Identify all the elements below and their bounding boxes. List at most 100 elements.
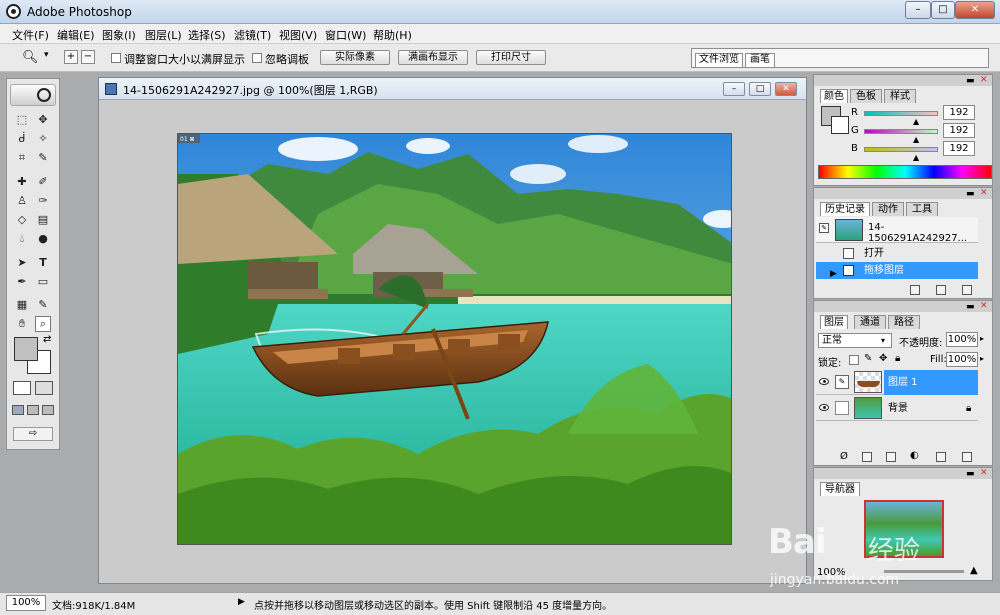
status-play-icon[interactable]: ▶ xyxy=(238,597,245,607)
doc-maximize-button[interactable]: □ xyxy=(749,82,771,96)
fill-arrow-icon[interactable]: ▸ xyxy=(980,354,984,363)
tab-swatches[interactable]: 色板 xyxy=(850,89,882,103)
history-state-row[interactable]: 打开 xyxy=(816,245,978,262)
status-doc-size[interactable]: 文档:918K/1.84M xyxy=(52,597,135,612)
panel-minimize-icon[interactable]: ▬ xyxy=(966,469,975,479)
dodge-tool-icon[interactable]: ● xyxy=(35,231,51,247)
panel-minimize-icon[interactable]: ▬ xyxy=(966,189,975,199)
jump-to-imageready-icon[interactable]: ⇨ xyxy=(13,427,53,441)
adjustment-layer-icon[interactable]: ◐ xyxy=(910,450,919,461)
eye-icon[interactable] xyxy=(819,404,829,411)
tab-tools[interactable]: 工具 xyxy=(906,202,938,216)
panel-minimize-icon[interactable]: ▬ xyxy=(966,302,975,312)
doc-close-button[interactable]: ✕ xyxy=(775,82,797,96)
tab-file-browser[interactable]: 文件浏览 xyxy=(695,53,743,67)
snapshot-brush-icon[interactable]: ✎ xyxy=(819,223,829,233)
opacity-arrow-icon[interactable]: ▸ xyxy=(980,334,984,343)
panel-minimize-icon[interactable]: ▬ xyxy=(966,76,975,86)
lock-transparency-icon[interactable] xyxy=(849,355,859,365)
menu-image[interactable]: 图象(I) xyxy=(102,27,136,43)
print-size-button[interactable]: 打印尺寸 xyxy=(476,50,546,65)
eyedropper-tool-icon[interactable]: ✎ xyxy=(35,297,51,313)
ignore-palettes-checkbox[interactable] xyxy=(252,53,262,63)
healing-brush-tool-icon[interactable]: ✚ xyxy=(14,174,30,190)
layer-row-selected[interactable]: ✎ 图层 1 xyxy=(816,370,978,395)
layer-style-icon[interactable]: Ø xyxy=(840,451,848,462)
tab-brushes[interactable]: 画笔 xyxy=(745,53,775,67)
channel-b-value[interactable]: 192 xyxy=(943,141,975,156)
fill-input[interactable]: 100% xyxy=(946,352,978,367)
lock-position-icon[interactable]: ✥ xyxy=(879,353,887,364)
color-spectrum-ramp[interactable] xyxy=(818,165,992,179)
layer-mask-icon[interactable] xyxy=(862,452,872,462)
history-state-row-selected[interactable]: ▶ 拖移图层 xyxy=(816,262,978,279)
menu-view[interactable]: 视图(V) xyxy=(279,27,317,43)
crop-tool-icon[interactable]: ⌗ xyxy=(14,150,30,166)
menu-edit[interactable]: 编辑(E) xyxy=(57,27,95,43)
zoom-out-icon[interactable]: − xyxy=(81,50,95,64)
menu-layer[interactable]: 图层(L) xyxy=(145,27,182,43)
maximize-button[interactable]: □ xyxy=(931,1,955,19)
new-document-from-state-icon[interactable] xyxy=(910,285,920,295)
slice-tool-icon[interactable]: ✎ xyxy=(35,150,51,166)
actual-pixels-button[interactable]: 实际像素 xyxy=(320,50,390,65)
layer-brush-icon[interactable]: ✎ xyxy=(835,375,849,389)
panel-close-icon[interactable]: ✕ xyxy=(980,301,988,311)
tab-layers[interactable]: 图层 xyxy=(820,315,848,329)
tab-channels[interactable]: 通道 xyxy=(854,315,886,329)
eraser-tool-icon[interactable]: ◇ xyxy=(14,212,30,228)
notes-tool-icon[interactable]: ▦ xyxy=(14,297,30,313)
tab-history[interactable]: 历史记录 xyxy=(820,202,870,216)
tab-styles[interactable]: 样式 xyxy=(884,89,916,103)
standard-mode-icon[interactable] xyxy=(13,381,31,395)
document-title-bar[interactable]: 14-1506291A242927.jpg @ 100%(图层 1,RGB) –… xyxy=(99,78,806,100)
brush-tool-icon[interactable]: ✐ xyxy=(35,174,51,190)
channel-b-thumb-icon[interactable]: ▲ xyxy=(913,153,919,162)
swap-colors-icon[interactable]: ⇄ xyxy=(43,334,51,345)
history-pointer-icon[interactable]: ▶ xyxy=(830,266,837,283)
foreground-color-swatch-front[interactable] xyxy=(14,337,38,361)
channel-b-slider[interactable] xyxy=(864,147,938,152)
hand-tool-icon[interactable]: ✋︎ xyxy=(14,316,30,332)
delete-state-icon[interactable] xyxy=(962,285,972,295)
chevron-down-icon[interactable]: ▾ xyxy=(44,50,49,60)
layer-link-box[interactable] xyxy=(835,401,849,415)
screen-mode-full-icon[interactable] xyxy=(42,405,54,415)
channel-g-slider[interactable] xyxy=(864,129,938,134)
quick-mask-mode-icon[interactable] xyxy=(35,381,53,395)
shape-tool-icon[interactable]: ▭ xyxy=(35,274,51,290)
lasso-tool-icon[interactable]: ᑰ xyxy=(14,131,30,147)
screen-mode-standard-icon[interactable] xyxy=(12,405,24,415)
channel-r-value[interactable]: 192 xyxy=(943,105,975,120)
move-tool-icon[interactable]: ✥ xyxy=(35,112,51,128)
screen-mode-full-menu-icon[interactable] xyxy=(27,405,39,415)
blend-mode-select[interactable]: 正常 ▾ xyxy=(818,333,892,348)
fit-on-screen-button[interactable]: 满画布显示 xyxy=(398,50,468,65)
panel-close-icon[interactable]: ✕ xyxy=(980,468,988,478)
navigator-zoom-in-icon[interactable]: ▲ xyxy=(970,565,978,576)
zoom-in-icon[interactable]: + xyxy=(64,50,78,64)
panel-close-icon[interactable]: ✕ xyxy=(980,75,988,85)
channel-r-thumb-icon[interactable]: ▲ xyxy=(913,117,919,126)
menu-window[interactable]: 窗口(W) xyxy=(325,27,366,43)
new-group-icon[interactable] xyxy=(886,452,896,462)
menu-help[interactable]: 帮助(H) xyxy=(373,27,412,43)
channel-g-value[interactable]: 192 xyxy=(943,123,975,138)
clone-stamp-tool-icon[interactable]: ♙ xyxy=(14,193,30,209)
tab-paths[interactable]: 路径 xyxy=(888,315,920,329)
title-bar[interactable]: Adobe Photoshop – □ ✕ xyxy=(0,0,1000,24)
minimize-button[interactable]: – xyxy=(905,1,931,19)
menu-file[interactable]: 文件(F) xyxy=(12,27,49,43)
layer-row[interactable]: 背景 🔒︎ xyxy=(816,396,978,421)
new-snapshot-icon[interactable] xyxy=(936,285,946,295)
new-layer-icon[interactable] xyxy=(936,452,946,462)
tab-actions[interactable]: 动作 xyxy=(872,202,904,216)
menu-filter[interactable]: 滤镜(T) xyxy=(234,27,271,43)
zoom-icon[interactable]: 🔍︎ xyxy=(22,50,39,65)
history-snapshot-row[interactable]: ✎ 14-1506291A242927... xyxy=(816,217,978,244)
photoshop-eye-logo[interactable] xyxy=(10,84,56,106)
color-panel-background-swatch[interactable] xyxy=(831,116,849,134)
lock-image-icon[interactable]: ✎ xyxy=(864,353,872,364)
tab-color[interactable]: 颜色 xyxy=(820,89,848,103)
menu-select[interactable]: 选择(S) xyxy=(188,27,226,43)
